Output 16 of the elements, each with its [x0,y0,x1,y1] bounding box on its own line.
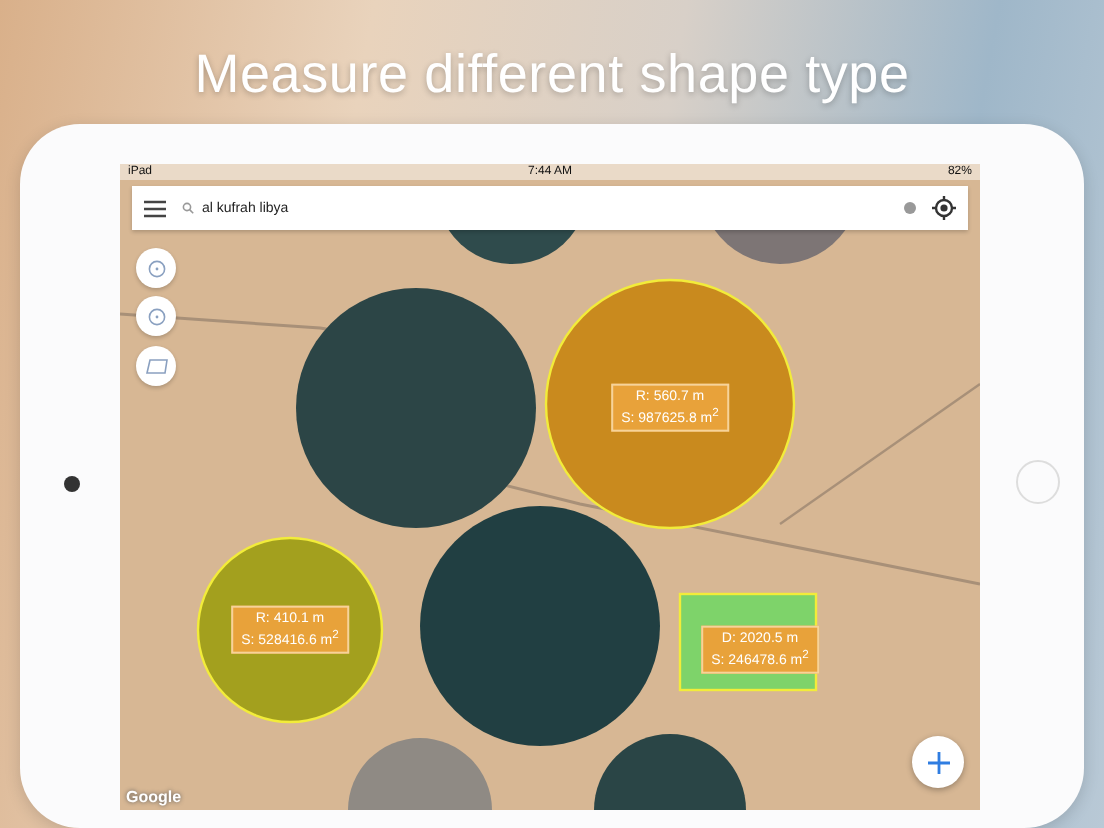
locate-icon[interactable] [932,196,956,220]
menu-icon[interactable] [144,199,166,217]
circle-icon [147,259,165,277]
add-button[interactable] [912,736,964,788]
polygon-tool-button[interactable] [136,346,176,386]
circle-icon [147,307,165,325]
search-icon [182,202,194,214]
plus-icon [927,751,949,773]
circle-tool-button[interactable] [136,248,176,288]
clear-icon[interactable] [904,202,916,214]
camera-icon [64,476,80,492]
polygon-icon [145,358,167,374]
map-attribution: Google [126,788,182,806]
circle-tool-button[interactable] [136,296,176,336]
measured-circle[interactable] [544,278,796,530]
headline: Measure different shape type [194,44,910,106]
